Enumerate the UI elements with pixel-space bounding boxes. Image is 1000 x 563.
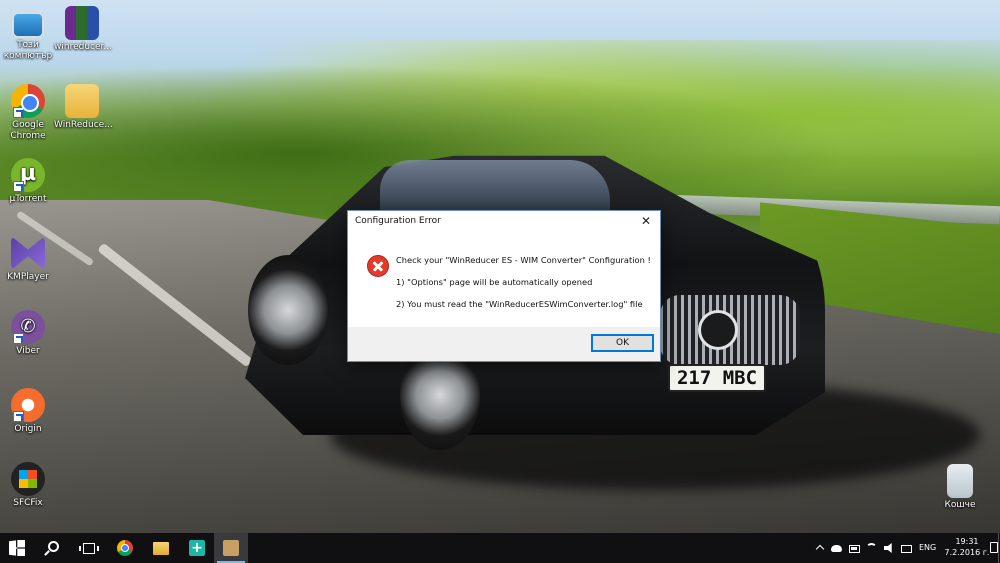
dialog-message-line: Check your "WinReducer ES - WIM Converte…: [396, 255, 651, 265]
onedrive-cloud-icon[interactable]: [831, 545, 842, 552]
wifi-icon[interactable]: [866, 543, 877, 553]
desktop-icon-label: WinReduce...: [54, 120, 113, 130]
error-icon: [367, 255, 389, 277]
kmplayer-icon: [11, 236, 45, 270]
folder-icon: [65, 84, 99, 118]
dialog-message-line: 1) "Options" page will be automatically …: [396, 277, 593, 287]
taskbar-winreducer[interactable]: [214, 533, 248, 563]
task-view-icon: [79, 543, 99, 554]
desktop-icon-label: Кошче: [944, 500, 976, 510]
desktop-icon-label: SFCFix: [13, 498, 43, 508]
dialog-content: Check your "WinReducer ES - WIM Converte…: [348, 233, 660, 328]
recycle-bin-icon: [947, 464, 973, 498]
winreducer-icon: [223, 540, 239, 556]
origin-icon: [11, 388, 45, 422]
car-wheel: [248, 255, 328, 365]
input-language[interactable]: ENG: [919, 543, 936, 552]
desktop-icon-recycle-bin[interactable]: Кошче: [932, 464, 988, 511]
plus-app-icon: +: [189, 540, 205, 556]
dialog-titlebar[interactable]: Configuration Error ✕: [348, 211, 660, 233]
desktop-icon-label: Google Chrome: [10, 120, 46, 141]
shortcut-arrow-icon: [13, 107, 24, 118]
computer-icon: [12, 12, 44, 38]
car-emblem: [698, 310, 738, 350]
desktop-icon-google-chrome[interactable]: Google Chrome: [0, 84, 56, 142]
desktop-icon-kmplayer[interactable]: KMPlayer: [0, 236, 56, 283]
action-center-icon[interactable]: [990, 542, 998, 553]
search-button[interactable]: [36, 533, 70, 563]
shortcut-arrow-icon: [13, 181, 24, 192]
desktop-icon-sfcfix[interactable]: SFCFix: [0, 462, 56, 509]
desktop-icon-label: Този компютър: [3, 40, 53, 61]
desktop-icon-this-pc[interactable]: Този компютър: [0, 6, 56, 62]
taskbar-file-explorer[interactable]: [144, 533, 178, 563]
close-icon[interactable]: ✕: [632, 211, 660, 233]
clock-time: 19:31: [955, 537, 979, 546]
shortcut-arrow-icon: [13, 411, 24, 422]
chrome-icon: [117, 540, 133, 556]
desktop-icon-origin[interactable]: Origin: [0, 388, 56, 435]
winrar-archive-icon: [65, 6, 99, 40]
desktop-icon-label: KMPlayer: [7, 272, 49, 282]
taskbar: + ENG 19:31 7.2.2016 г.: [0, 533, 1000, 563]
shortcut-arrow-icon: [13, 333, 24, 344]
desktop-icon-winreducer-folder[interactable]: WinReduce...: [54, 84, 113, 131]
search-icon: [48, 541, 59, 552]
license-plate: 217 MBC: [668, 364, 766, 392]
task-view-button[interactable]: [72, 533, 106, 563]
desktop-icon-viber[interactable]: ✆ Viber: [0, 310, 56, 357]
battery-icon[interactable]: [849, 545, 860, 553]
chrome-icon: [11, 84, 45, 118]
volume-icon[interactable]: [884, 543, 892, 553]
clock-date: 7.2.2016 г.: [944, 548, 990, 557]
sfcfix-icon: [11, 462, 45, 496]
taskbar-plus-app[interactable]: +: [180, 533, 214, 563]
dialog-title: Configuration Error: [355, 216, 441, 226]
start-button[interactable]: [0, 533, 34, 563]
dialog-message-line: 2) You must read the "WinReducerESWimCon…: [396, 299, 643, 309]
desktop-icon-label: Origin: [14, 424, 42, 434]
desktop-icon-label: winreducer...: [54, 42, 112, 52]
viber-icon: ✆: [11, 310, 45, 344]
keyboard-icon[interactable]: [901, 545, 912, 553]
desktop-icon-winreducer-archive[interactable]: winreducer...: [54, 6, 112, 53]
desktop-icon-label: Viber: [16, 346, 40, 356]
desktop-icon-label: µTorrent: [9, 194, 47, 204]
taskbar-chrome[interactable]: [108, 533, 142, 563]
start-icon: [9, 540, 25, 556]
chevron-up-icon[interactable]: [815, 544, 825, 554]
file-explorer-icon: [153, 542, 169, 555]
dialog-footer: OK: [348, 327, 660, 361]
configuration-error-dialog: Configuration Error ✕ Check your "WinRed…: [347, 210, 661, 362]
utorrent-icon: µ: [11, 158, 45, 192]
ok-button[interactable]: OK: [591, 334, 654, 352]
clock[interactable]: 19:31 7.2.2016 г.: [944, 536, 990, 558]
desktop-icon-utorrent[interactable]: µ µTorrent: [0, 158, 56, 205]
